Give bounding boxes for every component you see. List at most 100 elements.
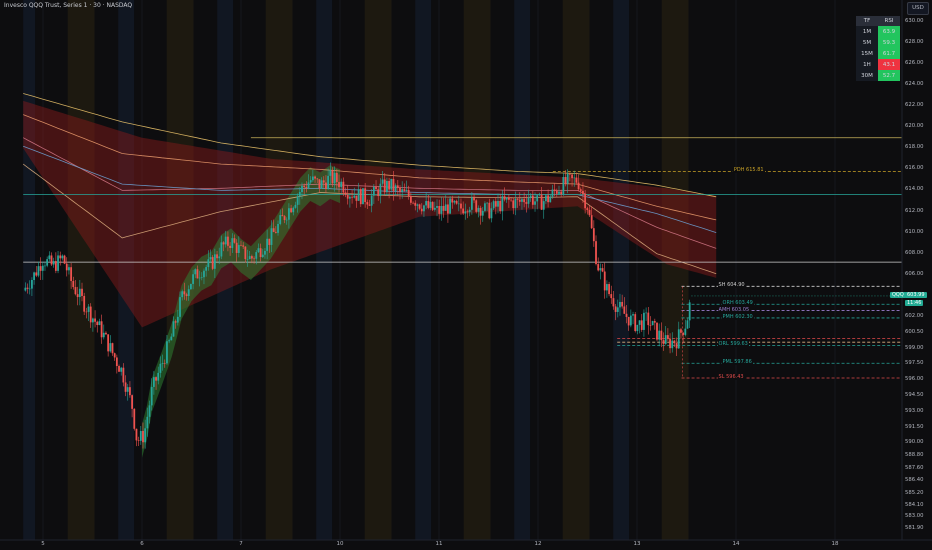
- candle-body: [52, 261, 55, 265]
- candle-body: [296, 196, 299, 205]
- candle-body: [346, 194, 349, 199]
- candle-body: [255, 252, 258, 259]
- candle-body: [680, 329, 682, 333]
- candle-body: [91, 318, 94, 323]
- candle-body: [220, 242, 223, 257]
- candle-body: [218, 256, 221, 259]
- candle-body: [632, 314, 634, 316]
- candle-body: [111, 343, 114, 354]
- candle-body: [290, 208, 292, 213]
- candle-body: [96, 321, 99, 326]
- candle-body: [383, 179, 386, 193]
- price-chart[interactable]: [0, 0, 932, 550]
- rsi-value: 43.1: [878, 59, 900, 70]
- rsi-value: 59.3: [878, 37, 900, 48]
- candle-body: [616, 307, 619, 312]
- candle-body: [379, 183, 382, 197]
- candle-body: [216, 254, 218, 259]
- level-label: AMH 603.05: [717, 306, 751, 313]
- y-tick-label: 620.00: [905, 123, 924, 130]
- candle-body: [599, 268, 602, 271]
- y-tick-label: 588.80: [905, 452, 924, 458]
- candle-body: [150, 386, 153, 406]
- candle-body: [558, 191, 560, 194]
- candle-body: [664, 335, 667, 344]
- candle-body: [41, 265, 44, 271]
- candle-body: [72, 280, 75, 288]
- candle-body: [137, 440, 140, 441]
- last-price-tag: 603.99: [905, 291, 927, 298]
- y-tick-label: 596.00: [905, 376, 924, 383]
- x-tick-label: 18: [831, 541, 839, 547]
- candle-body: [481, 210, 484, 216]
- candle-body: [507, 197, 510, 200]
- candle-body: [33, 272, 35, 280]
- candle-body: [688, 302, 691, 321]
- y-tick-label: 600.50: [905, 328, 924, 335]
- candle-body: [423, 205, 425, 212]
- candle-body: [375, 186, 377, 190]
- candle-body: [555, 190, 558, 194]
- y-tick-label: 608.00: [905, 249, 924, 256]
- candle-body: [409, 196, 412, 203]
- candle-body: [81, 288, 83, 296]
- candle-body: [288, 208, 290, 220]
- candle-body: [187, 289, 190, 296]
- candle-body: [285, 219, 288, 221]
- y-tick-label: 584.10: [905, 501, 924, 508]
- x-tick-label: 6: [140, 541, 144, 547]
- candle-body: [503, 196, 506, 200]
- candle-body: [571, 174, 573, 179]
- x-tick-label: 10: [336, 541, 344, 547]
- candle-body: [658, 330, 661, 340]
- candle-body: [59, 255, 62, 259]
- candle-body: [653, 321, 656, 323]
- candle-body: [364, 188, 367, 203]
- candle-body: [281, 215, 284, 217]
- x-tick-label: 5: [41, 541, 45, 547]
- session-shade: [514, 0, 531, 540]
- candle-body: [292, 207, 295, 213]
- candle-body: [564, 177, 567, 184]
- candle-body: [588, 209, 591, 216]
- candle-body: [172, 321, 175, 337]
- candle-body: [549, 196, 552, 203]
- candle-body: [457, 203, 460, 205]
- candle-body: [420, 208, 423, 212]
- candle-body: [431, 201, 434, 210]
- candle-body: [146, 416, 149, 429]
- candle-body: [196, 269, 199, 279]
- candle-body: [438, 206, 441, 214]
- session-shade: [364, 0, 392, 540]
- candle-body: [224, 236, 227, 245]
- candle-body: [298, 192, 301, 197]
- candle-body: [102, 332, 105, 338]
- candle-body: [305, 187, 308, 189]
- candle-body: [560, 191, 563, 195]
- candle-body: [645, 312, 648, 314]
- candle-body: [545, 195, 547, 202]
- level-label: PML 597.86: [721, 359, 753, 366]
- candle-body: [529, 195, 532, 198]
- candle-body: [76, 294, 79, 298]
- candle-body: [118, 366, 120, 372]
- candle-body: [325, 182, 327, 190]
- candle-body: [357, 189, 360, 201]
- candle-body: [662, 340, 665, 344]
- candle-body: [518, 199, 521, 202]
- candle-body: [551, 189, 554, 197]
- candle-body: [39, 266, 42, 271]
- candle-body: [449, 198, 451, 214]
- currency-button[interactable]: USD: [907, 2, 929, 15]
- candle-body: [586, 208, 589, 210]
- candle-body: [259, 248, 262, 258]
- candle-body: [246, 259, 249, 260]
- session-shade: [613, 0, 630, 540]
- candle-body: [318, 179, 321, 189]
- candle-body: [614, 306, 617, 312]
- candle-body: [660, 330, 663, 341]
- candle-body: [651, 321, 654, 326]
- candle-body: [368, 204, 371, 206]
- candle-body: [610, 294, 613, 299]
- candle-body: [222, 242, 225, 245]
